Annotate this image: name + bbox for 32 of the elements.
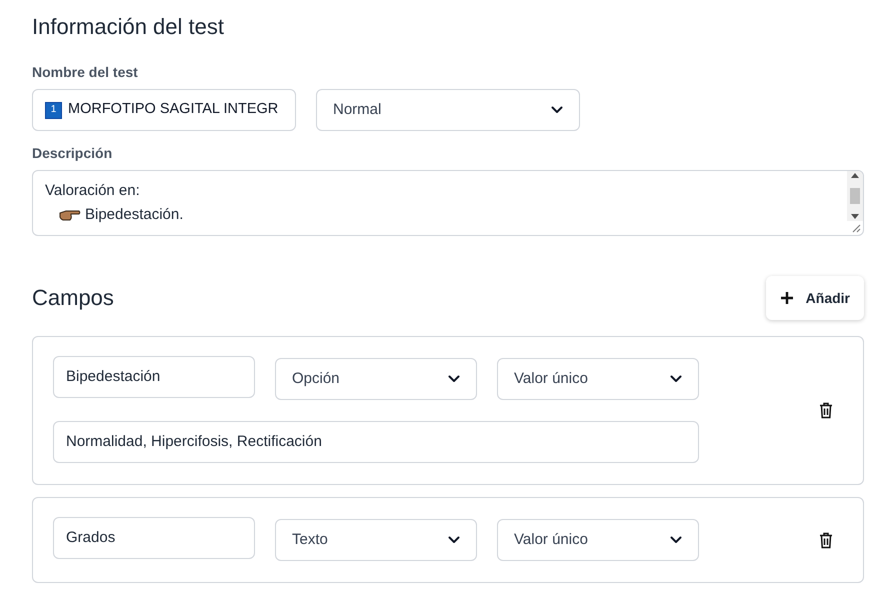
field-name-input[interactable]: Bipedestación bbox=[53, 356, 255, 398]
section-title: Información del test bbox=[32, 13, 225, 41]
scrollbar-thumb[interactable] bbox=[850, 188, 860, 204]
dropdown[interactable]: Valor único bbox=[497, 358, 699, 400]
keycap-icon: 1 bbox=[45, 102, 62, 118]
description-textarea[interactable]: Valoración en: Bipedestación. bbox=[32, 170, 864, 236]
dropdown[interactable]: Valor único bbox=[497, 519, 699, 561]
dropdown[interactable]: Opción bbox=[275, 358, 477, 400]
resize-handle-icon[interactable] bbox=[851, 223, 861, 233]
dropdown[interactable]: Normal bbox=[316, 89, 580, 131]
scroll-down-icon[interactable] bbox=[851, 214, 859, 219]
trash-icon[interactable] bbox=[819, 402, 833, 419]
chevron-down-icon bbox=[551, 106, 563, 114]
options-input[interactable]: Normalidad, Hipercifosis, Rectificación bbox=[53, 421, 699, 463]
description-line: Bipedestación. bbox=[85, 205, 184, 225]
scroll-up-icon[interactable] bbox=[851, 173, 859, 178]
section-title: Campos bbox=[32, 284, 114, 312]
chevron-down-icon bbox=[670, 375, 682, 383]
scrollbar[interactable] bbox=[847, 171, 863, 221]
chevron-down-icon bbox=[448, 375, 460, 383]
dropdown[interactable]: Texto bbox=[275, 519, 477, 561]
add-button[interactable]: Añadir bbox=[766, 276, 864, 320]
description-line: Valoración en: bbox=[45, 181, 140, 201]
pointing-hand-icon bbox=[59, 208, 81, 222]
chevron-down-icon bbox=[448, 536, 460, 544]
field-name-input[interactable]: Grados bbox=[53, 517, 255, 559]
plus-icon bbox=[780, 291, 794, 305]
field-label: Nombre del test bbox=[32, 63, 139, 82]
field-label: Descripción bbox=[32, 144, 114, 163]
test-name-field[interactable]: 1 MORFOTIPO SAGITAL INTEGR bbox=[32, 89, 296, 131]
chevron-down-icon bbox=[670, 536, 682, 544]
trash-icon[interactable] bbox=[819, 532, 833, 548]
